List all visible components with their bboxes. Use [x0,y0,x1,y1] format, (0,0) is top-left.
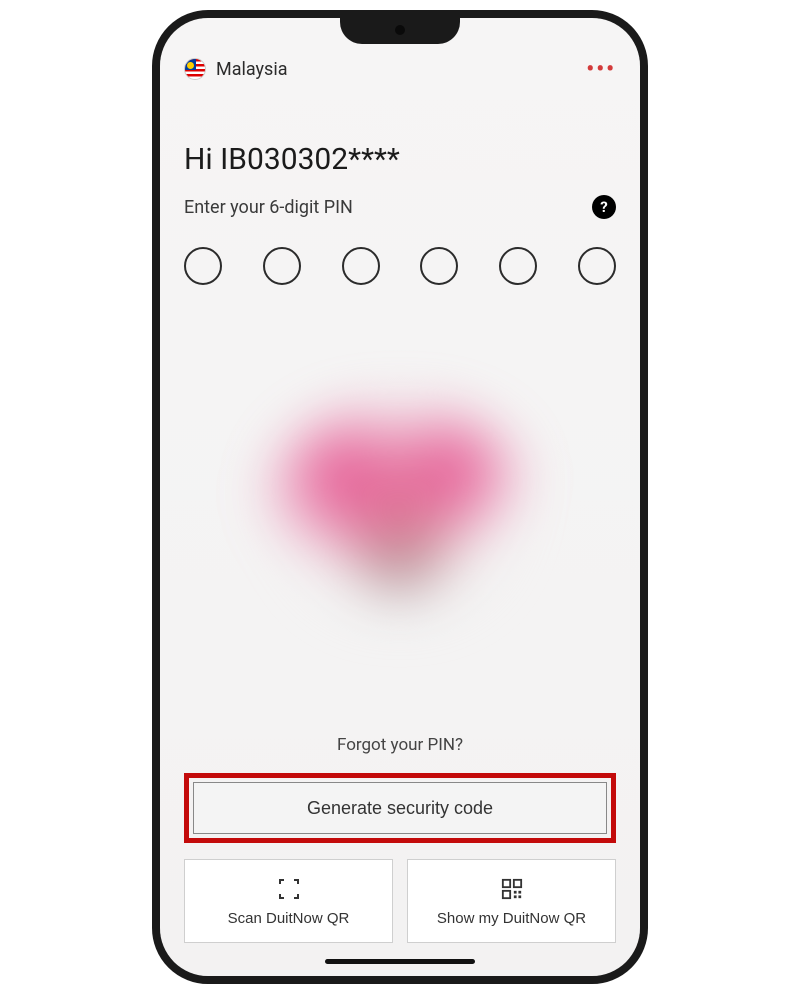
pin-digit-5[interactable] [499,247,537,285]
pin-instruction-label: Enter your 6-digit PIN [184,197,353,218]
greeting-title: Hi IB030302**** [184,142,616,177]
country-label: Malaysia [216,59,288,80]
scan-corners-icon [276,876,302,902]
top-bar: Malaysia ••• [184,52,616,86]
show-qr-button[interactable]: Show my DuitNow QR [407,859,616,943]
scan-qr-label: Scan DuitNow QR [228,910,350,927]
help-icon[interactable]: ? [592,195,616,219]
front-camera-icon [395,25,405,35]
show-qr-label: Show my DuitNow QR [437,910,586,927]
qr-code-icon [499,876,525,902]
pin-digit-2[interactable] [263,247,301,285]
qr-buttons-row: Scan DuitNow QR Show my DuitNow QR [184,859,616,943]
pin-digit-6[interactable] [578,247,616,285]
malaysia-flag-icon [184,58,206,80]
more-options-icon[interactable]: ••• [586,57,616,82]
pin-label-row: Enter your 6-digit PIN ? [184,195,616,219]
phone-notch [340,18,460,44]
highlight-annotation: Generate security code [184,773,616,843]
home-indicator[interactable] [325,959,475,964]
pin-digit-3[interactable] [342,247,380,285]
scan-qr-button[interactable]: Scan DuitNow QR [184,859,393,943]
phone-frame: Malaysia ••• Hi IB030302**** Enter your … [152,10,648,984]
pin-digit-1[interactable] [184,247,222,285]
generate-security-code-button[interactable]: Generate security code [193,782,607,834]
app-screen: Malaysia ••• Hi IB030302**** Enter your … [160,18,640,976]
blurred-background-image-icon [260,400,540,620]
forgot-pin-link[interactable]: Forgot your PIN? [184,735,616,755]
pin-digit-4[interactable] [420,247,458,285]
pin-input[interactable] [184,247,616,285]
country-selector[interactable]: Malaysia [184,58,288,80]
hero-image [184,285,616,735]
